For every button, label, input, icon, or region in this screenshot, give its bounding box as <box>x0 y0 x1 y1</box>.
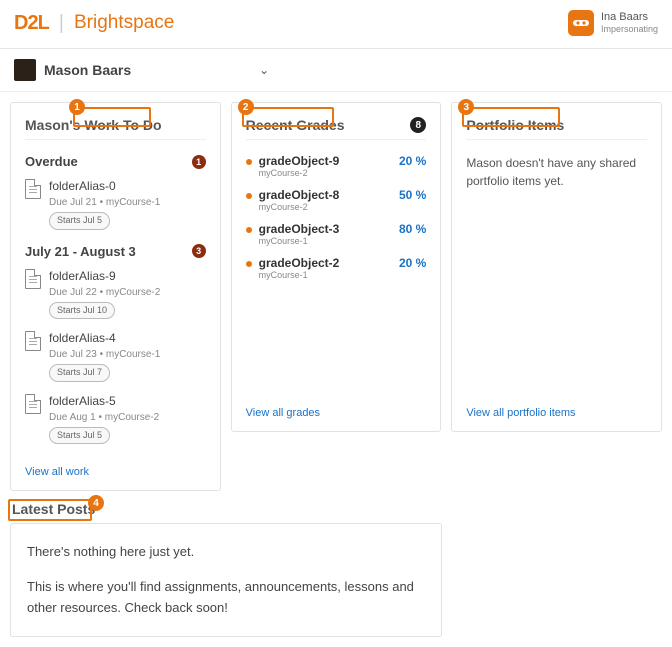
portfolio-title: Portfolio Items <box>466 117 647 140</box>
document-icon <box>25 179 41 199</box>
work-title-text: Mason's Work To Do <box>25 117 162 133</box>
grade-course: myCourse-2 <box>259 202 399 212</box>
annotation-badge-4: 4 <box>88 495 104 511</box>
latest-card: There's nothing here just yet. This is w… <box>10 523 442 637</box>
work-section-count: 1 <box>192 155 206 169</box>
latest-empty-head: There's nothing here just yet. <box>27 542 425 563</box>
work-item-body: folderAlias-5 Due Aug 1 • myCourse-2 Sta… <box>49 392 159 445</box>
context-avatar-icon <box>14 59 36 81</box>
work-section-label: Overdue <box>25 154 78 169</box>
grade-info: gradeObject-2 myCourse-1 <box>259 256 399 280</box>
work-card: 1 Mason's Work To Do Overdue 1 folderAlia… <box>10 102 221 491</box>
bullet-icon <box>246 261 252 267</box>
grade-info: gradeObject-3 myCourse-1 <box>259 222 399 246</box>
work-item-pill: Starts Jul 5 <box>49 427 110 445</box>
context-selector[interactable]: Mason Baars ⌄ <box>0 49 672 92</box>
grade-percent: 20 % <box>399 154 426 168</box>
work-item-title: folderAlias-5 <box>49 392 159 410</box>
work-item-meta: Due Aug 1 • myCourse-2 <box>49 410 159 425</box>
grade-name: gradeObject-8 <box>259 188 399 202</box>
grade-percent: 20 % <box>399 256 426 270</box>
work-item-pill: Starts Jul 5 <box>49 212 110 230</box>
bullet-icon <box>246 193 252 199</box>
work-item-pill: Starts Jul 10 <box>49 302 115 320</box>
latest-empty-body: This is where you'll find assignments, a… <box>27 577 425 619</box>
work-item-title: folderAlias-9 <box>49 267 160 285</box>
work-section-head: Overdue 1 <box>25 154 206 169</box>
work-section-label: July 21 - August 3 <box>25 244 136 259</box>
portfolio-empty-text: Mason doesn't have any shared portfolio … <box>466 154 647 190</box>
portfolio-card: 3 Portfolio Items Mason doesn't have any… <box>451 102 662 432</box>
grade-row[interactable]: gradeObject-2 myCourse-1 20 % <box>246 256 427 280</box>
user-avatar-icon <box>568 10 594 36</box>
work-item-body: folderAlias-9 Due Jul 22 • myCourse-2 St… <box>49 267 160 320</box>
grade-percent: 80 % <box>399 222 426 236</box>
work-item-title: folderAlias-0 <box>49 177 160 195</box>
grades-card: 2 Recent Grades 8 gradeObject-9 myCourse… <box>231 102 442 432</box>
work-item-meta: Due Jul 22 • myCourse-2 <box>49 285 160 300</box>
work-section-head: July 21 - August 3 3 <box>25 244 206 259</box>
grade-row[interactable]: gradeObject-8 myCourse-2 50 % <box>246 188 427 212</box>
work-item-meta: Due Jul 21 • myCourse-1 <box>49 195 160 210</box>
latest-title: Latest Posts <box>10 501 662 517</box>
document-icon <box>25 331 41 351</box>
document-icon <box>25 269 41 289</box>
grade-row[interactable]: gradeObject-3 myCourse-1 80 % <box>246 222 427 246</box>
user-menu[interactable]: Ina Baars Impersonating <box>568 10 658 36</box>
user-meta: Ina Baars Impersonating <box>601 11 658 36</box>
work-item-body: folderAlias-0 Due Jul 21 • myCourse-1 St… <box>49 177 160 230</box>
grades-count-badge: 8 <box>410 117 426 133</box>
chevron-down-icon: ⌄ <box>259 63 269 77</box>
work-item[interactable]: folderAlias-5 Due Aug 1 • myCourse-2 Sta… <box>25 392 206 445</box>
work-item-body: folderAlias-4 Due Jul 23 • myCourse-1 St… <box>49 329 160 382</box>
work-section-count: 3 <box>192 244 206 258</box>
grade-name: gradeObject-3 <box>259 222 399 236</box>
grade-course: myCourse-2 <box>259 168 399 178</box>
bullet-icon <box>246 159 252 165</box>
document-icon <box>25 394 41 414</box>
portfolio-title-text: Portfolio Items <box>466 117 564 133</box>
grade-course: myCourse-1 <box>259 236 399 246</box>
view-all-work-link[interactable]: View all work <box>25 454 206 478</box>
work-item-pill: Starts Jul 7 <box>49 364 110 382</box>
work-item-title: folderAlias-4 <box>49 329 160 347</box>
annotation-badge-3: 3 <box>458 99 474 115</box>
latest-posts-section: 4 Latest Posts There's nothing here just… <box>0 501 672 647</box>
brand: D2L | Brightspace <box>14 12 174 35</box>
context-name: Mason Baars <box>44 62 131 78</box>
grade-course: myCourse-1 <box>259 270 399 280</box>
work-item[interactable]: folderAlias-9 Due Jul 22 • myCourse-2 St… <box>25 267 206 320</box>
app-header: D2L | Brightspace Ina Baars Impersonatin… <box>0 0 672 49</box>
grade-percent: 50 % <box>399 188 426 202</box>
bullet-icon <box>246 227 252 233</box>
grade-info: gradeObject-9 myCourse-2 <box>259 154 399 178</box>
brand-separator: | <box>59 12 64 35</box>
view-all-grades-link[interactable]: View all grades <box>246 395 427 419</box>
annotation-badge-2: 2 <box>238 99 254 115</box>
grade-row[interactable]: gradeObject-9 myCourse-2 20 % <box>246 154 427 178</box>
user-status: Impersonating <box>601 24 658 35</box>
view-all-portfolio-link[interactable]: View all portfolio items <box>466 395 647 419</box>
work-item[interactable]: folderAlias-4 Due Jul 23 • myCourse-1 St… <box>25 329 206 382</box>
work-item[interactable]: folderAlias-0 Due Jul 21 • myCourse-1 St… <box>25 177 206 230</box>
product-name: Brightspace <box>74 12 174 34</box>
user-name: Ina Baars <box>601 11 658 25</box>
main-grid: 1 Mason's Work To Do Overdue 1 folderAlia… <box>0 92 672 501</box>
work-title: Mason's Work To Do <box>25 117 206 140</box>
grades-title: Recent Grades 8 <box>246 117 427 140</box>
work-item-meta: Due Jul 23 • myCourse-1 <box>49 347 160 362</box>
grade-name: gradeObject-2 <box>259 256 399 270</box>
grade-info: gradeObject-8 myCourse-2 <box>259 188 399 212</box>
annotation-badge-1: 1 <box>69 99 85 115</box>
grade-name: gradeObject-9 <box>259 154 399 168</box>
d2l-logo: D2L <box>14 12 49 35</box>
grades-title-text: Recent Grades <box>246 117 345 133</box>
